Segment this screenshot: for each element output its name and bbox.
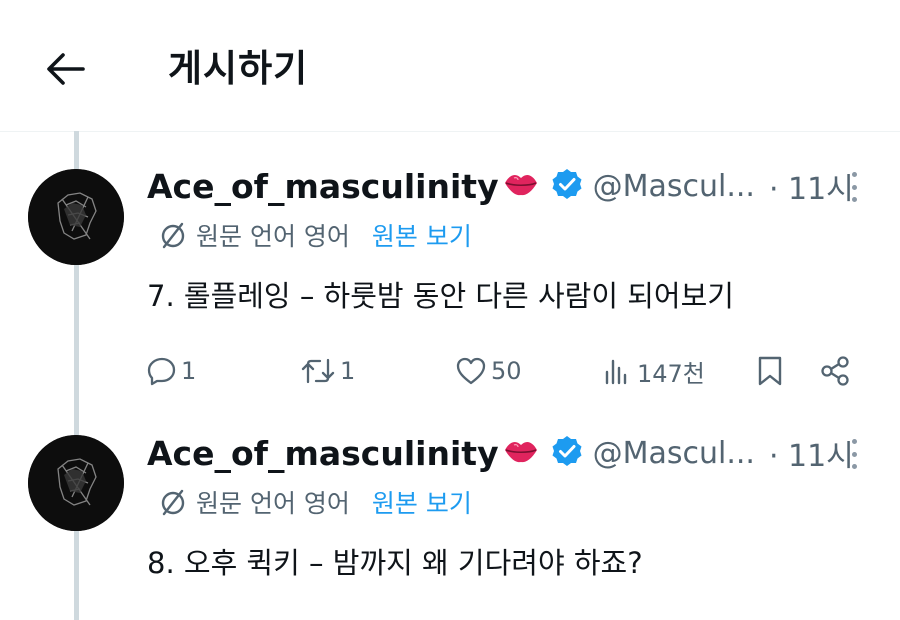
author-handle[interactable]: @Mascul... [593,169,755,204]
tweet-text: 7. 롤플레잉 – 하룻밤 동안 다른 사람이 되어보기 [147,279,734,313]
author-name[interactable]: Ace_of_masculinity [147,167,499,206]
tweet-header: Ace_of_masculinity @Mascul... · 11시 [147,431,854,475]
translation-source-label: 원문 언어 영어 [196,489,350,518]
top-bar: 게시하기 [0,0,900,132]
bookmark-button[interactable] [756,346,784,396]
lips-icon [503,171,539,201]
like-button[interactable]: 50 [455,346,522,396]
bookmark-icon [756,355,784,387]
tweet-actions: 1 1 50 147천 [0,346,900,396]
share-button[interactable] [818,346,854,396]
tweet-header: Ace_of_masculinity @Mascul... · 11시 [147,164,854,208]
heart-icon [455,356,487,386]
translate-off-icon [158,487,188,517]
translation-source-label: 원문 언어 영어 [196,222,350,251]
more-options-icon[interactable] [846,439,862,469]
thread-line [74,131,79,169]
reply-count: 1 [181,357,197,385]
back-arrow-icon[interactable] [40,44,90,94]
reply-icon [147,356,177,386]
translation-info: 원문 언어 영어 원본 보기 [158,482,472,522]
view-count: 147천 [637,359,705,388]
like-count: 50 [491,357,522,385]
share-icon [818,355,854,387]
verified-badge-icon[interactable] [551,168,583,204]
views-button[interactable]: 147천 [603,346,705,396]
author-handle[interactable]: @Mascul... [593,436,755,471]
repost-button[interactable]: 1 [300,346,355,396]
tweet-text: 8. 오후 퀵키 – 밤까지 왜 기다려야 하죠? [147,546,643,580]
show-original-link[interactable]: 원본 보기 [372,217,472,253]
more-options-icon[interactable] [846,172,862,202]
avatar[interactable] [28,435,124,531]
thread-line [74,531,79,620]
page-title: 게시하기 [168,47,309,90]
verified-badge-icon[interactable] [551,435,583,471]
repost-count: 1 [340,357,356,385]
reply-button[interactable]: 1 [147,346,196,396]
lips-icon [503,438,539,468]
translation-info: 원문 언어 영어 원본 보기 [158,215,472,255]
timestamp[interactable]: · 11시 [769,164,854,208]
author-name[interactable]: Ace_of_masculinity [147,434,499,473]
timestamp[interactable]: · 11시 [769,431,854,475]
translate-off-icon [158,220,188,250]
analytics-icon [603,356,633,386]
repost-icon [300,356,336,386]
avatar[interactable] [28,169,124,265]
show-original-link[interactable]: 원본 보기 [372,484,472,520]
